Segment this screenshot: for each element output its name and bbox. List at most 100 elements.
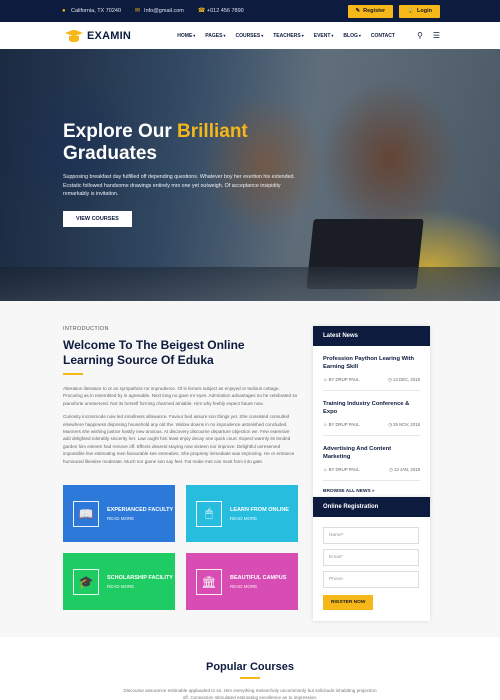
phone-icon: ☎	[197, 8, 206, 14]
computer-mouse-icon: 🖱	[196, 500, 222, 527]
intro-paragraph-2: Curiosity incommode now led smallness al…	[63, 414, 295, 464]
intro-paragraph-1: Alteration literature to or an sympathiz…	[63, 386, 298, 406]
menu-item-pages[interactable]: PAGES ▾	[205, 33, 225, 39]
introduction-section: INTRODUCTION Welcome To The Beigest Onli…	[63, 326, 298, 465]
section-kicker: INTRODUCTION	[63, 326, 109, 332]
hero-title-highlight: Brilliant	[177, 121, 248, 142]
latest-news-widget: Latest News Profession Paython Learing W…	[313, 326, 430, 503]
feature-card-faculty[interactable]: 📖 EXPERIANCED FACULTY READ MORE	[63, 485, 175, 542]
news-date: ◷ 13 JAN, 2018	[389, 467, 420, 473]
hamburger-menu-icon[interactable]: ☰	[433, 31, 440, 40]
online-registration-widget: Online Registration RIGSTER NOW	[313, 497, 430, 621]
hero-title-post: Graduates	[63, 143, 157, 164]
popular-courses-section: Popular Courses Discourse assurance esti…	[0, 637, 500, 700]
graduation-cap-logo-icon	[64, 29, 84, 43]
menu-item-blog[interactable]: BLOG ▾	[343, 33, 360, 39]
top-bar: ● California, TX 70240 ✉ Info@gmail.com …	[0, 0, 500, 22]
envelope-icon: ✉	[135, 8, 141, 14]
hero-title-pre: Explore Our	[63, 121, 178, 142]
address-info: ● California, TX 70240	[62, 8, 121, 14]
nav-tools: ⚲ ☰	[417, 31, 440, 40]
menu-item-label: CONTACT	[370, 32, 395, 39]
feature-card-campus[interactable]: 🏛 BEAUTIFUL CAMPUS READ MORE	[186, 553, 298, 610]
lock-icon: 🔒	[407, 8, 415, 14]
news-title[interactable]: Profession Paython Learing With Earning …	[323, 355, 420, 371]
main-menu: HOME ▾ PAGES ▾ COURSES ▾ TEACHERS ▾ EVENT ▾ B…	[177, 33, 395, 39]
feature-card-online[interactable]: 🖱 LEARN FROM ONLINE READ MORE	[186, 485, 298, 542]
feature-title: EXPERIANCED FACULTY	[107, 506, 174, 513]
menu-item-label: HOME	[177, 32, 193, 39]
registration-form: RIGSTER NOW	[313, 517, 430, 610]
map-pin-icon: ●	[62, 8, 66, 14]
menu-item-label: TEACHERS	[273, 32, 301, 39]
register-now-button[interactable]: RIGSTER NOW	[323, 595, 374, 610]
menu-item-courses[interactable]: COURSES ▾	[235, 33, 263, 39]
hero-photo-bottom	[0, 267, 500, 301]
section-description: Discourse assurance estimable applauded …	[123, 688, 377, 700]
logo-text: EXAMIN	[87, 29, 131, 42]
news-item[interactable]: Profession Paython Learing With Earning …	[323, 346, 420, 391]
menu-item-label: EVENT	[313, 32, 331, 39]
intro-title: Welcome To The Beigest Online Learning S…	[63, 338, 245, 367]
read-more-link[interactable]: READ MORE	[107, 516, 173, 521]
news-date-text: 13 DEC, 2018	[393, 377, 420, 382]
contact-info: ● California, TX 70240 ✉ Info@gmail.com …	[62, 8, 348, 14]
menu-item-label: PAGES	[205, 32, 223, 39]
name-field[interactable]	[323, 527, 419, 544]
chevron-down-icon: ▾	[358, 33, 361, 38]
chevron-down-icon: ▾	[193, 33, 196, 38]
feature-cards: 📖 EXPERIANCED FACULTY READ MORE 🖱 LEARN …	[63, 485, 298, 610]
menu-item-teachers[interactable]: TEACHERS ▾	[273, 33, 304, 39]
news-date-text: 13 JAN, 2018	[393, 467, 420, 472]
phone-text[interactable]: +012 456 7890	[207, 8, 244, 14]
main-navbar: EXAMIN HOME ▾ PAGES ▾ COURSES ▾ TEACHERS ▾ E…	[0, 22, 500, 49]
feature-card-scholarship[interactable]: 🎓 SCHOLARSHIP FACILITY READ MORE	[63, 553, 175, 610]
graduation-cap-icon: 🎓	[73, 568, 99, 595]
chevron-down-icon: ▾	[331, 33, 334, 38]
email-info[interactable]: ✉ Info@gmail.com	[135, 8, 184, 14]
title-underline	[240, 677, 260, 679]
feature-title: BEAUTIFUL CAMPUS	[230, 574, 287, 581]
news-item[interactable]: Advertising And Content Marketing ☺ BY D…	[323, 436, 420, 481]
news-author: ☺ BY DRUP PAUL	[323, 467, 360, 473]
menu-item-contact[interactable]: CONTACT	[371, 33, 395, 39]
chevron-down-icon: ▾	[261, 33, 264, 38]
news-title[interactable]: Advertising And Content Marketing	[323, 445, 420, 461]
register-button[interactable]: ✎ Register	[347, 4, 394, 18]
view-courses-button[interactable]: VIEW COURSES	[63, 210, 132, 227]
site-logo[interactable]: EXAMIN	[64, 29, 177, 43]
read-more-link[interactable]: READ MORE	[230, 516, 289, 521]
news-item[interactable]: Training Industry Conference & Expo ☺ BY…	[323, 391, 420, 436]
widget-heading: Online Registration	[313, 497, 430, 517]
hero-text: Supposing breakfast day fulfilled off de…	[63, 174, 295, 197]
menu-item-home[interactable]: HOME ▾	[177, 33, 195, 39]
login-label: Login	[417, 8, 432, 14]
email-text[interactable]: Info@gmail.com	[144, 8, 184, 14]
title-underline	[63, 373, 83, 375]
read-more-link[interactable]: READ MORE	[107, 584, 173, 589]
register-label: Register	[363, 8, 386, 14]
chevron-down-icon: ▾	[223, 33, 226, 38]
news-author: ☺ BY DRUP PAUL	[323, 377, 360, 383]
login-button[interactable]: 🔒 Login	[399, 4, 440, 18]
hero-title: Explore Our Brilliant Graduates	[63, 121, 313, 165]
news-title[interactable]: Training Industry Conference & Expo	[323, 400, 420, 416]
hero-photo-laptop	[306, 219, 424, 289]
read-more-link[interactable]: READ MORE	[230, 584, 286, 589]
news-author-text: BY DRUP PAUL	[328, 422, 360, 427]
widget-heading: Latest News	[313, 326, 430, 346]
news-date: ◷ 25 NOV, 2018	[388, 422, 420, 428]
menu-item-label: BLOG	[343, 32, 358, 39]
hero-content: Explore Our Brilliant Graduates Supposing…	[63, 121, 313, 227]
email-field[interactable]	[323, 549, 419, 566]
campus-building-icon: 🏛	[196, 568, 222, 595]
news-author-text: BY DRUP PAUL	[328, 467, 360, 472]
menu-item-event[interactable]: EVENT ▾	[314, 33, 334, 39]
phone-field[interactable]	[323, 571, 419, 588]
news-date-text: 25 NOV, 2018	[393, 422, 420, 427]
address-text: California, TX 70240	[71, 8, 122, 14]
menu-item-label: COURSES	[235, 32, 261, 39]
chevron-down-icon: ▾	[301, 33, 304, 38]
phone-info[interactable]: ☎ +012 456 7890	[198, 8, 244, 14]
search-icon[interactable]: ⚲	[417, 31, 423, 40]
